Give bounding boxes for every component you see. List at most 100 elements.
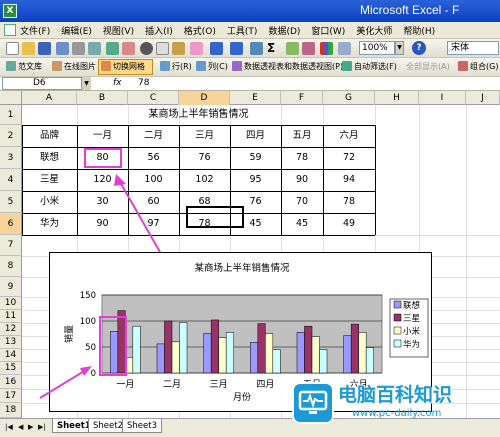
permission-icon[interactable]: [56, 42, 69, 55]
pivot-table-button[interactable]: 数据透视表和数据透视图(P)...: [232, 61, 351, 72]
column-header-h[interactable]: H: [375, 91, 419, 105]
table-header-cell[interactable]: 五月: [281, 125, 323, 147]
table-cell[interactable]: 59: [230, 147, 281, 169]
row-header-9[interactable]: 9: [0, 277, 22, 297]
brand-cell[interactable]: 小米: [22, 191, 77, 213]
excel-app-icon[interactable]: X: [3, 4, 17, 18]
menu-edit[interactable]: 编辑(E): [61, 24, 92, 37]
format-painter-icon[interactable]: [190, 42, 203, 55]
template-library-button[interactable]: 范文库: [6, 61, 42, 72]
paste-icon[interactable]: [172, 42, 185, 55]
print-icon[interactable]: [72, 42, 85, 55]
zoom-select[interactable]: 100%: [359, 41, 395, 55]
row-header-3[interactable]: 3: [0, 147, 22, 169]
new-icon[interactable]: [6, 42, 19, 55]
menu-view[interactable]: 视图(V): [103, 24, 134, 37]
spelling-icon[interactable]: [106, 42, 119, 55]
first-sheet-icon[interactable]: |◀: [5, 423, 13, 431]
insert-row-button[interactable]: 行(R): [160, 61, 192, 72]
table-cell[interactable]: 72: [323, 147, 375, 169]
table-header-cell[interactable]: 三月: [179, 125, 230, 147]
table-cell[interactable]: 56: [128, 147, 179, 169]
row-header-2[interactable]: 2: [0, 125, 22, 147]
table-cell[interactable]: 78: [281, 147, 323, 169]
row-header-12[interactable]: 12: [0, 323, 22, 336]
document-icon[interactable]: [4, 24, 16, 36]
undo-icon[interactable]: [210, 42, 223, 55]
table-cell[interactable]: 120: [77, 169, 128, 191]
last-sheet-icon[interactable]: ▶|: [38, 423, 46, 431]
prev-sheet-icon[interactable]: ◀: [18, 423, 23, 431]
column-header-i[interactable]: I: [419, 91, 466, 105]
open-icon[interactable]: [22, 42, 35, 55]
brand-cell[interactable]: 华为: [22, 213, 77, 235]
column-header-c[interactable]: C: [128, 91, 179, 105]
column-header-j[interactable]: J: [466, 91, 500, 105]
autofilter-button[interactable]: 自动筛选(F): [342, 61, 397, 72]
menu-format[interactable]: 格式(O): [184, 24, 216, 37]
column-header-e[interactable]: E: [230, 91, 281, 105]
menu-insert[interactable]: 插入(I): [145, 24, 173, 37]
table-cell[interactable]: 94: [323, 169, 375, 191]
row-header-15[interactable]: 15: [0, 362, 22, 375]
group-button[interactable]: 组合(G): [458, 61, 498, 72]
autosum-icon[interactable]: Σ: [267, 41, 275, 55]
table-header-cell[interactable]: 六月: [323, 125, 375, 147]
table-cell[interactable]: 90: [77, 213, 128, 235]
redo-icon[interactable]: [230, 42, 243, 55]
menu-window[interactable]: 窗口(W): [311, 24, 345, 37]
column-header-d[interactable]: D: [179, 91, 230, 105]
table-title[interactable]: 某商场上半年销售情况: [22, 106, 375, 124]
save-icon[interactable]: [38, 42, 51, 55]
table-header-cell[interactable]: 二月: [128, 125, 179, 147]
insert-function-icon[interactable]: fx: [113, 77, 122, 90]
toggle-grid-button[interactable]: 切换网格: [101, 61, 145, 72]
print-preview-icon[interactable]: [88, 42, 101, 55]
row-header-1[interactable]: 1: [0, 105, 22, 125]
table-header-cell[interactable]: 四月: [230, 125, 281, 147]
copy-icon[interactable]: [156, 42, 169, 55]
zoom-dropdown-arrow[interactable]: ▼: [395, 41, 404, 55]
table-cell[interactable]: 76: [179, 147, 230, 169]
menu-beautify[interactable]: 美化大师: [356, 24, 392, 37]
formula-input[interactable]: 78: [138, 77, 149, 90]
table-header-cell[interactable]: 品牌: [22, 125, 77, 147]
menu-data[interactable]: 数据(D): [268, 24, 300, 37]
menu-file[interactable]: 文件(F): [20, 24, 50, 37]
table-header-cell[interactable]: 一月: [77, 125, 128, 147]
column-header-b[interactable]: B: [77, 91, 128, 105]
table-cell[interactable]: 70: [281, 191, 323, 213]
table-cell[interactable]: 90: [281, 169, 323, 191]
selected-cell[interactable]: [186, 206, 244, 228]
table-cell[interactable]: 45: [281, 213, 323, 235]
show-all-button[interactable]: 全部显示(A): [406, 61, 450, 72]
insert-column-button[interactable]: 列(C): [196, 61, 228, 72]
row-header-4[interactable]: 4: [0, 169, 22, 191]
row-header-17[interactable]: 17: [0, 389, 22, 403]
brand-cell[interactable]: 三星: [22, 169, 77, 191]
menu-tools[interactable]: 工具(T): [227, 24, 258, 37]
help-icon[interactable]: ?: [412, 41, 426, 55]
cut-icon[interactable]: [140, 42, 153, 55]
row-header-8[interactable]: 8: [0, 256, 22, 277]
row-header-13[interactable]: 13: [0, 336, 22, 349]
sort-descending-icon[interactable]: [302, 42, 315, 55]
row-header-11[interactable]: 11: [0, 310, 22, 323]
name-box[interactable]: D6: [2, 77, 82, 90]
row-header-7[interactable]: 7: [0, 235, 22, 256]
drawing-icon[interactable]: [338, 42, 351, 55]
table-cell[interactable]: 60: [128, 191, 179, 213]
row-header-10[interactable]: 10: [0, 297, 22, 310]
select-all-corner[interactable]: [0, 91, 22, 105]
menu-help[interactable]: 帮助(H): [403, 24, 435, 37]
hyperlink-icon[interactable]: [250, 42, 263, 55]
table-cell[interactable]: 78: [323, 191, 375, 213]
name-box-dropdown-icon[interactable]: ▼: [82, 77, 91, 90]
table-cell[interactable]: 30: [77, 191, 128, 213]
brand-cell[interactable]: 联想: [22, 147, 77, 169]
row-header-16[interactable]: 16: [0, 375, 22, 389]
column-header-a[interactable]: A: [22, 91, 77, 105]
table-cell[interactable]: 97: [128, 213, 179, 235]
column-header-g[interactable]: G: [323, 91, 375, 105]
row-header-18[interactable]: 18: [0, 403, 22, 418]
